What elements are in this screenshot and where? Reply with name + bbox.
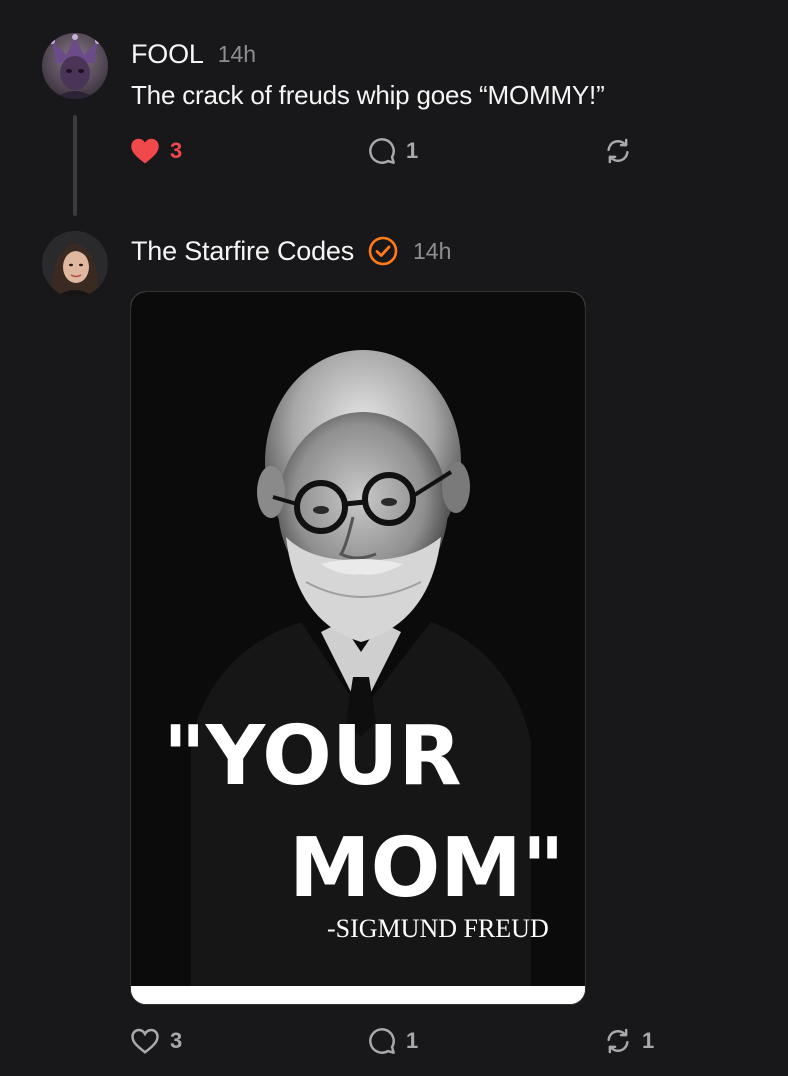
timestamp[interactable]: 14h	[413, 238, 451, 265]
meme-attribution: -SIGMUND FREUD	[327, 914, 549, 943]
post-text: The crack of freuds whip goes “MOMMY!”	[131, 80, 605, 110]
repost-count: 1	[642, 1028, 655, 1053]
username[interactable]: The Starfire Codes	[131, 236, 354, 267]
like-count: 3	[170, 138, 183, 163]
meme-quote-line-1: "YOUR	[163, 709, 462, 804]
post-actions: 3 1	[0, 131, 788, 171]
jester-avatar-icon	[42, 33, 108, 99]
username[interactable]: FOOL	[131, 39, 204, 70]
post-actions: 3 1 1	[0, 1021, 788, 1061]
post-header: The Starfire Codes 14h	[131, 233, 451, 269]
post-image[interactable]: "YOUR MOM" -SIGMUND FREUD	[130, 291, 586, 1005]
repost-icon	[607, 1028, 629, 1054]
post-header: FOOL 14h	[131, 36, 256, 72]
heart-filled-icon	[131, 138, 159, 164]
timestamp[interactable]: 14h	[218, 41, 256, 68]
meme-quote-line-2: MOM"	[289, 821, 565, 916]
repost-button[interactable]: 1	[604, 1021, 654, 1061]
comment-icon	[369, 138, 395, 164]
like-count: 3	[170, 1028, 183, 1053]
reply-count: 1	[406, 138, 419, 163]
like-button[interactable]: 3	[130, 131, 182, 171]
avatar[interactable]	[42, 231, 108, 297]
reply-button[interactable]: 1	[368, 1021, 418, 1061]
user-avatar-icon	[42, 231, 108, 297]
repost-icon	[607, 138, 629, 164]
verified-check-icon	[367, 235, 399, 267]
repost-button[interactable]	[604, 131, 642, 171]
reply-count: 1	[406, 1028, 419, 1053]
reply-button[interactable]: 1	[368, 131, 418, 171]
heart-outline-icon	[131, 1028, 159, 1054]
thread: FOOL 14h The crack of freuds whip goes “…	[0, 0, 788, 1076]
comment-icon	[369, 1028, 395, 1054]
avatar[interactable]	[42, 33, 108, 99]
like-button[interactable]: 3	[130, 1021, 182, 1061]
